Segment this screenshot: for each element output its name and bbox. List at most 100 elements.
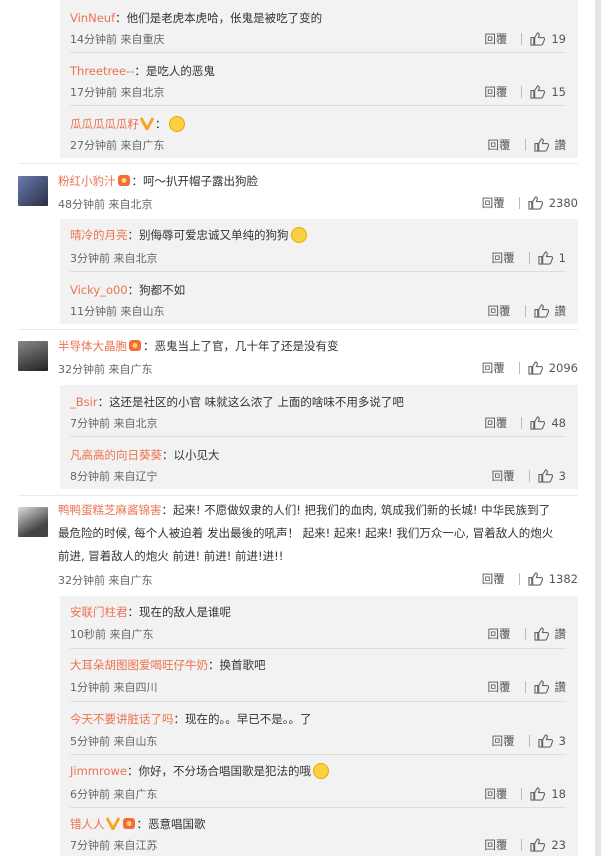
reply-text: 现在的。。早已不是。。了	[185, 712, 312, 726]
dog-emoji-icon	[290, 227, 307, 243]
thread-divider	[18, 163, 578, 164]
reply-item: 大耳朵胡图图爱喝旺仔牛奶：换首歌吧 1分钟前 来自四川 回覆讚	[70, 649, 578, 702]
thumbs-up-icon	[533, 627, 549, 641]
comment-item: 半导体大晶胞 ：恶鬼当上了官，几十年了还是没有变 32分钟前 来自广东 回覆 209…	[18, 337, 578, 377]
comment-username[interactable]: 半导体大晶胞	[58, 339, 127, 353]
reply-item: 瓜瓜瓜瓜瓜籽： 27分钟前 来自广东 回覆讚	[70, 116, 566, 153]
like-button[interactable]: 讚	[533, 137, 566, 153]
reply-time: 14分钟前	[70, 33, 117, 46]
like-count: 2096	[548, 361, 578, 375]
reply-username[interactable]: _Bsir	[70, 395, 98, 409]
avatar[interactable]	[18, 341, 48, 371]
thread-divider	[18, 329, 578, 330]
like-button[interactable]: 18	[530, 787, 566, 801]
fan-badge-icon	[122, 818, 135, 829]
reply-location: 来自北京	[113, 417, 158, 430]
thumbs-up-icon	[530, 838, 546, 852]
reply-location: 来自广东	[113, 788, 158, 801]
reply-username[interactable]: 安联门柱君	[70, 605, 128, 619]
like-count: 23	[551, 838, 566, 852]
avatar[interactable]	[18, 176, 48, 206]
reply-button[interactable]: 回覆	[488, 303, 511, 319]
like-button[interactable]: 1382	[528, 572, 578, 586]
reply-box: 安联门柱君：现在的敌人是谁呢 10秒前 来自广东 回覆讚 大耳朵胡图图爱喝旺仔牛…	[60, 596, 578, 856]
reply-button[interactable]: 回覆	[492, 250, 515, 266]
reply-button[interactable]: 回覆	[488, 626, 511, 642]
like-button[interactable]: 19	[530, 32, 566, 46]
reply-location: 来自四川	[113, 681, 158, 694]
reply-button[interactable]: 回覆	[484, 786, 507, 802]
reply-item: VinNeuf：他们是老虎本虎哈，伥鬼是被吃了变的 14分钟前 来自重庆 回覆 1…	[70, 0, 578, 53]
like-button[interactable]: 讚	[533, 679, 567, 695]
like-button[interactable]: 2096	[528, 361, 578, 375]
reply-button[interactable]: 回覆	[482, 360, 505, 376]
reply-text: 恶意唱国歌	[148, 817, 206, 831]
scrollbar[interactable]	[595, 0, 601, 856]
like-count: 讚	[554, 680, 567, 694]
reply-location: 来自辽宁	[113, 470, 158, 483]
like-button[interactable]: 讚	[533, 626, 567, 642]
reply-username[interactable]: 今天不要讲脏话了吗	[70, 712, 174, 726]
like-button[interactable]: 15	[530, 85, 566, 99]
reply-username[interactable]: 错人人	[70, 817, 105, 831]
reply-username[interactable]: Jimmrowe	[70, 764, 127, 778]
like-button[interactable]: 23	[530, 838, 566, 852]
avatar[interactable]	[18, 507, 48, 537]
reply-button[interactable]: 回覆	[492, 733, 515, 749]
vip-badge-icon	[105, 817, 120, 830]
reply-button[interactable]: 回覆	[482, 195, 505, 211]
reply-time: 7分钟前	[70, 417, 110, 430]
thumbs-up-icon	[538, 251, 553, 265]
reply-item: 安联门柱君：现在的敌人是谁呢 10秒前 来自广东 回覆讚	[70, 596, 578, 649]
reply-box: _Bsir：这还是社区的小官 味就这么浓了 上面的啥味不用多说了吧 7分钟前 来…	[60, 385, 578, 489]
reply-button[interactable]: 回覆	[482, 571, 505, 587]
reply-button[interactable]: 回覆	[484, 415, 507, 431]
reply-button[interactable]: 回覆	[484, 31, 507, 47]
reply-button[interactable]: 回覆	[492, 468, 515, 484]
reply-username[interactable]: Threetree--	[70, 64, 134, 78]
like-count: 15	[551, 85, 566, 99]
reply-text: 狗都不如	[139, 283, 186, 297]
reply-location: 来自北京	[120, 86, 165, 99]
like-button[interactable]: 3	[538, 469, 566, 483]
reply-button[interactable]: 回覆	[484, 837, 507, 853]
like-count: 讚	[554, 627, 567, 641]
reply-text: 现在的敌人是谁呢	[139, 605, 231, 619]
like-count: 48	[551, 416, 566, 430]
reply-item: Jimmrowe：你好，不分场合唱国歌是犯法的哦 6分钟前 来自广东 回覆 18	[70, 755, 578, 808]
grimace-emoji-icon	[312, 763, 329, 779]
reply-location: 来自北京	[113, 252, 158, 265]
reply-box: VinNeuf：他们是老虎本虎哈，伥鬼是被吃了变的 14分钟前 来自重庆 回覆 1…	[60, 0, 578, 158]
like-count: 讚	[554, 304, 567, 318]
reply-username[interactable]: VinNeuf	[70, 11, 115, 25]
reply-button[interactable]: 回覆	[484, 84, 507, 100]
fan-badge-icon	[129, 340, 141, 351]
reply-time: 8分钟前	[70, 470, 110, 483]
thumbs-up-icon	[528, 196, 543, 210]
reply-button[interactable]: 回覆	[488, 679, 511, 695]
like-button[interactable]: 3	[538, 734, 566, 748]
reply-item: 错人人 ：恶意唱国歌 7分钟前 来自江苏 回覆 23	[70, 817, 566, 853]
comment-username[interactable]: 粉红小豹汁	[58, 174, 116, 188]
like-button[interactable]: 48	[530, 416, 566, 430]
reply-location: 来自广东	[109, 628, 154, 641]
reply-username[interactable]: Vicky_o00	[70, 283, 128, 297]
reply-username[interactable]: 瓜瓜瓜瓜瓜籽	[70, 117, 139, 131]
comment-text: 最危险的时候, 每个人被迫着 发出最後的吼声！ 起来! 起来! 起来! 我们万众…	[58, 526, 554, 540]
comment-time: 32分钟前	[58, 363, 105, 376]
like-count: 1	[558, 251, 566, 265]
reply-username[interactable]: 凡高高的向日葵葵	[70, 448, 162, 462]
comment-location: 来自北京	[108, 198, 153, 211]
comment-item: 鸭鸭蛋糕芝麻酱锦害：起来! 不愿做奴隶的人们! 把我们的血肉, 筑成我们新的长城…	[18, 503, 578, 591]
reply-time: 11分钟前	[70, 305, 117, 318]
like-button[interactable]: 1	[538, 251, 566, 265]
reply-username[interactable]: 晴冷的月亮	[70, 228, 128, 242]
reply-text: 这还是社区的小官 味就这么浓了 上面的啥味不用多说了吧	[109, 395, 404, 409]
like-button[interactable]: 2380	[528, 196, 578, 210]
comment-username[interactable]: 鸭鸭蛋糕芝麻酱锦害	[58, 503, 162, 517]
like-button[interactable]: 讚	[533, 303, 567, 319]
reply-button[interactable]: 回覆	[488, 137, 511, 153]
reply-location: 来自江苏	[113, 839, 158, 852]
reply-username[interactable]: 大耳朵胡图图爱喝旺仔牛奶	[70, 658, 208, 672]
comment-text: 起来! 不愿做奴隶的人们! 把我们的血肉, 筑成我们新的长城! 中华民族到了	[173, 503, 551, 517]
